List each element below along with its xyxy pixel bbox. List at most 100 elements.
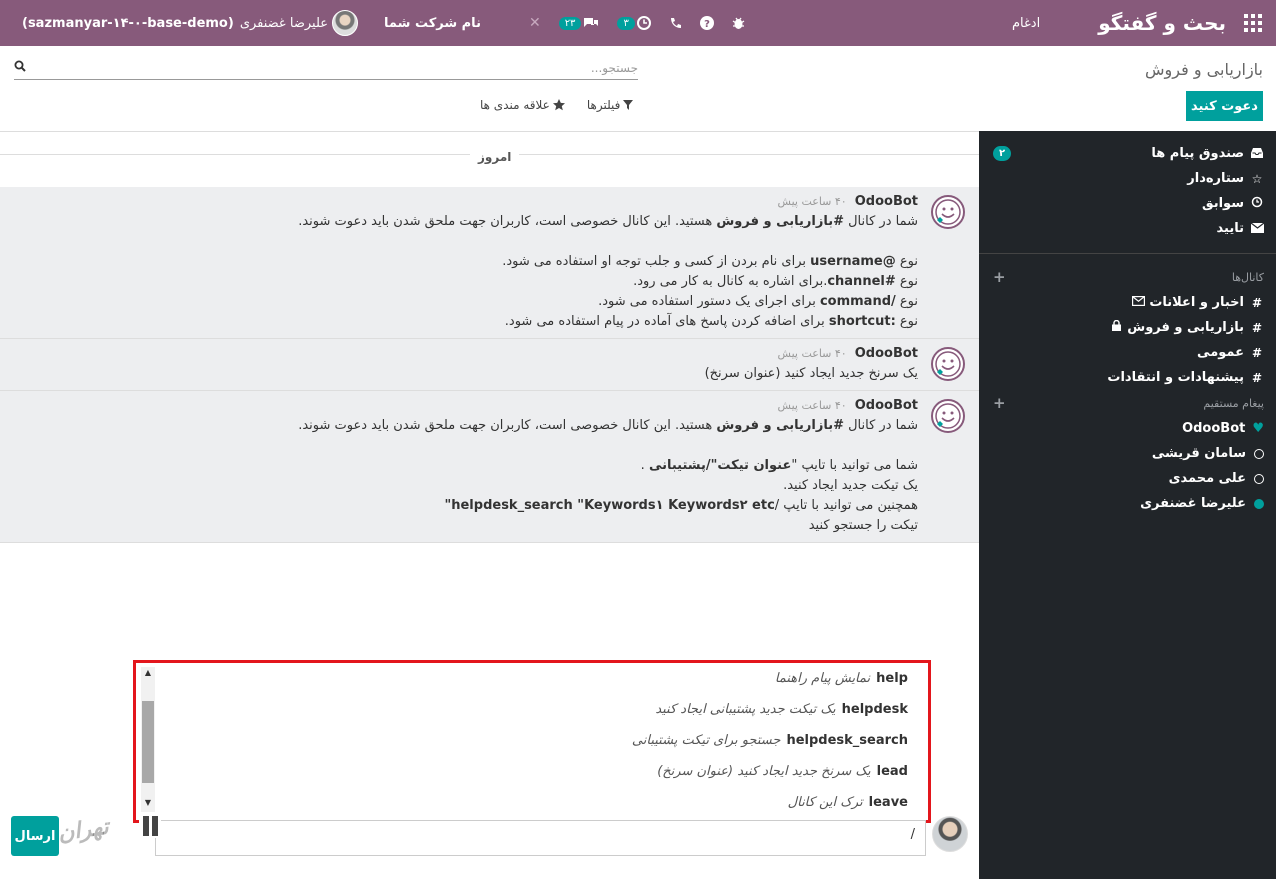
activities-badge: ۳: [617, 16, 635, 30]
odoobot-avatar: [931, 399, 965, 433]
channels-header-label: کانال‌ها: [1231, 270, 1264, 284]
menu-merge[interactable]: ادغام: [1012, 16, 1040, 31]
filters-toggle[interactable]: فیلترها: [587, 98, 634, 112]
sidebar-item-channel-general[interactable]: # عمومی: [979, 340, 1276, 365]
message-time: ۴۰ ساعت پیش: [777, 195, 847, 208]
chat-bubbles-icon: [584, 17, 599, 27]
systray: نام شرکت شما علیرضا غضنفری (sazmanyar-۱۴…: [0, 10, 745, 36]
message[interactable]: OdooBot ۴۰ ساعت پیش شما در کانال #بازاری…: [0, 187, 979, 339]
company-switcher[interactable]: نام شرکت شما: [384, 16, 481, 31]
command-item-leave[interactable]: leave ترک این کانال: [166, 787, 928, 813]
hash-icon: #: [1251, 295, 1263, 310]
message-input[interactable]: [156, 821, 925, 855]
add-channel-icon[interactable]: +: [993, 268, 1006, 286]
text: برای اجرای یک دستور استفاده می شود.: [598, 294, 820, 309]
command-suggestions: help نمایش پیام راهنما helpdesk یک تیکت …: [133, 660, 931, 823]
favorites-toggle[interactable]: علاقه مندی ها: [480, 98, 565, 112]
scrollbar[interactable]: ▲ ▼: [141, 667, 155, 812]
command-name: helpdesk: [841, 702, 908, 717]
message-author[interactable]: OdooBot: [855, 346, 918, 361]
command-item-helpdesk[interactable]: helpdesk یک تیکت جدید پشتیبانی ایجاد کنی…: [166, 694, 928, 725]
message-composer: [155, 820, 926, 856]
close-icon[interactable]: ✕: [529, 15, 541, 31]
command-list: help نمایش پیام راهنما helpdesk یک تیکت …: [166, 663, 928, 813]
messaging-menu[interactable]: ۲۳: [558, 16, 600, 30]
message-time: ۴۰ ساعت پیش: [777, 347, 847, 360]
command-desc: یک سرنخ جدید ایجاد کنید (عنوان سرنخ): [657, 764, 871, 779]
message-author[interactable]: OdooBot: [855, 194, 918, 209]
status-online-icon: [1254, 498, 1264, 509]
clock-icon: [636, 16, 651, 30]
invite-button[interactable]: دعوت کنید: [1186, 91, 1263, 121]
message-header: OdooBot ۴۰ ساعت پیش: [778, 398, 918, 413]
hint-keyword: helpdesk_search "Keywords۱ Keywords۲ etc…: [444, 498, 775, 513]
sidebar-item-starred[interactable]: ☆ ستاره‌دار: [979, 166, 1276, 191]
bug-icon[interactable]: [732, 16, 745, 30]
filters-label: فیلترها: [586, 98, 621, 112]
command-desc: یک تیکت جدید پشتیبانی ایجاد کنید: [655, 702, 836, 717]
command-item-lead[interactable]: lead یک سرنخ جدید ایجاد کنید (عنوان سرنخ…: [166, 756, 928, 787]
status-offline-icon: [1254, 473, 1264, 484]
inbox-icon: [1250, 147, 1264, 161]
help-icon[interactable]: ?: [699, 16, 714, 30]
command-desc: نمایش پیام راهنما: [774, 671, 871, 686]
sidebar-item-chat-alireza[interactable]: علیرضا غضنفری: [979, 491, 1276, 516]
text: نوع: [895, 314, 918, 329]
command-name: helpdesk_search: [786, 733, 908, 748]
sidebar-item-inbox[interactable]: صندوق پیام ها ۲: [979, 141, 1276, 166]
send-button[interactable]: ارسال: [11, 816, 59, 856]
heart-icon: ♥: [1252, 421, 1264, 436]
command-item-help[interactable]: help نمایش پیام راهنما: [166, 663, 928, 694]
apps-menu-icon[interactable]: [1244, 14, 1262, 32]
discuss-sidebar: صندوق پیام ها ۲ ☆ ستاره‌دار سوابق تایید …: [979, 131, 1276, 879]
sidebar-item-chat-odoobot[interactable]: ♥ OdooBot: [979, 416, 1276, 441]
sidebar-item-channel-feedback[interactable]: # پیشنهادات و انتقادات: [979, 365, 1276, 390]
envelope-icon: [1250, 222, 1264, 236]
sidebar-item-chat-saman[interactable]: سامان قریشی: [979, 441, 1276, 466]
systray-icons: ✕ ۲۳ ۳ ?: [529, 15, 745, 31]
channels-header[interactable]: کانال‌ها +: [979, 264, 1276, 290]
sidebar-item-channel-news[interactable]: # اخبار و اعلانات: [979, 290, 1276, 315]
activity-menu[interactable]: ۳: [617, 16, 651, 30]
user-menu[interactable]: علیرضا غضنفری: [239, 10, 359, 36]
message[interactable]: OdooBot ۴۰ ساعت پیش شما در کانال #بازاری…: [0, 391, 979, 543]
search-input[interactable]: [38, 58, 638, 78]
app-brand[interactable]: بحث و گفتگو: [1098, 11, 1226, 35]
channel-mention[interactable]: #بازاریابی و فروش: [716, 214, 844, 229]
command-desc: جستجو برای تیکت پشتیبانی: [631, 733, 781, 748]
sidebar-item-label: صندوق پیام ها: [1151, 146, 1244, 161]
sidebar-item-history[interactable]: سوابق: [979, 191, 1276, 216]
sidebar-item-moderation[interactable]: تایید: [979, 216, 1276, 241]
text: هستید. این کانال خصوصی است، کاربران جهت …: [298, 418, 717, 433]
hash-icon: #: [1251, 320, 1263, 335]
text: یک تیکت جدید ایجاد کنید.: [783, 478, 918, 493]
message[interactable]: OdooBot ۴۰ ساعت پیش یک سرنخ جدید ایجاد ک…: [0, 339, 979, 391]
history-icon: [1250, 196, 1264, 211]
add-chat-icon[interactable]: +: [993, 394, 1006, 412]
envelope-outline-icon: [1132, 295, 1146, 310]
sidebar-item-chat-ali[interactable]: علی محمدی: [979, 466, 1276, 491]
text: برای نام بردن از کسی و جلب توجه او استفا…: [502, 254, 811, 269]
scroll-up-icon[interactable]: ▲: [141, 667, 155, 679]
message-author[interactable]: OdooBot: [855, 398, 918, 413]
messages-badge: ۲۳: [558, 16, 582, 30]
favorites-label: علاقه مندی ها: [480, 98, 550, 112]
sidebar-item-label: بازاریابی و فروش: [1127, 320, 1244, 335]
search-icon[interactable]: [14, 60, 26, 72]
direct-messages-header[interactable]: پیغام مستقیم +: [979, 390, 1276, 416]
command-item-helpdesk-search[interactable]: helpdesk_search جستجو برای تیکت پشتیبانی: [166, 725, 928, 756]
text: .: [640, 458, 649, 473]
user-name: علیرضا غضنفری: [239, 15, 329, 31]
sidebar-item-label: سوابق: [1202, 196, 1244, 211]
hint-keyword: عنوان تیکت"/پشتیبانی: [648, 458, 792, 473]
scroll-down-icon[interactable]: ▼: [141, 797, 155, 809]
filter-icon: [623, 100, 634, 110]
command-name: leave: [868, 795, 908, 810]
phone-icon[interactable]: [669, 17, 682, 30]
pause-icon[interactable]: [139, 814, 161, 838]
sidebar-item-label: پیشنهادات و انتقادات: [1107, 370, 1244, 385]
channel-mention[interactable]: #بازاریابی و فروش: [716, 418, 844, 433]
scrollbar-thumb[interactable]: [142, 701, 154, 783]
status-offline-icon: [1254, 448, 1264, 459]
sidebar-item-channel-marketing[interactable]: # بازاریابی و فروش: [979, 315, 1276, 340]
